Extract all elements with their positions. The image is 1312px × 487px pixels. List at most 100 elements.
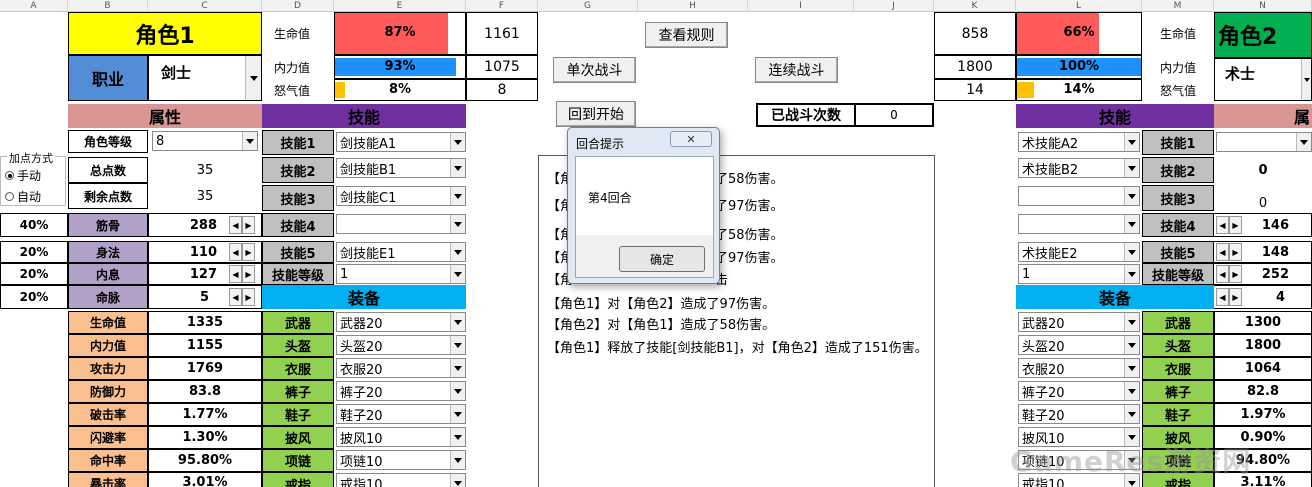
chevron-down-icon[interactable]: [450, 159, 465, 177]
close-icon[interactable]: ✕: [670, 131, 712, 147]
dialog-ok-button[interactable]: 确定: [619, 246, 705, 272]
p2-skill-select[interactable]: [1018, 186, 1140, 206]
chevron-down-icon[interactable]: [1124, 215, 1139, 233]
p1-equip-select[interactable]: 披风10: [336, 427, 466, 447]
p2-skill-level-select[interactable]: 1: [1018, 264, 1140, 284]
p2-equip-select[interactable]: 头盔20: [1018, 335, 1140, 355]
chevron-down-icon[interactable]: [450, 133, 465, 151]
dialog-body: 第4回合 确定: [575, 156, 714, 278]
chevron-down-icon[interactable]: [450, 359, 465, 377]
column-header-c[interactable]: C: [148, 0, 262, 12]
p2-job-select[interactable]: 术士: [1214, 58, 1312, 101]
chevron-down-icon[interactable]: [1301, 59, 1311, 100]
left-arrow-icon[interactable]: ◀: [229, 216, 242, 234]
column-header-h[interactable]: H: [638, 0, 748, 12]
p1-level-select[interactable]: 8: [152, 131, 258, 151]
p1-skill-select[interactable]: 剑技能E1: [336, 242, 466, 262]
chevron-down-icon[interactable]: [1124, 359, 1139, 377]
p1-hp-value: 1161: [466, 12, 538, 55]
p2-attr-value: 252: [1214, 263, 1312, 285]
column-header-g[interactable]: G: [538, 0, 638, 12]
p1-skill-select[interactable]: 剑技能B1: [336, 158, 466, 178]
p1-equip-select[interactable]: 头盔20: [336, 335, 466, 355]
p1-skill-level-value: 1: [340, 266, 349, 282]
p2-equip-select[interactable]: 武器20: [1018, 312, 1140, 332]
left-arrow-icon[interactable]: ◀: [229, 265, 242, 283]
p1-stat-spinner[interactable]: ◀ ▶: [229, 216, 255, 234]
p1-equip-select[interactable]: 裤子20: [336, 381, 466, 401]
chevron-down-icon[interactable]: [245, 56, 261, 100]
chevron-down-icon[interactable]: [450, 474, 465, 487]
right-arrow-icon[interactable]: ▶: [242, 216, 255, 234]
p1-equip-select[interactable]: 武器20: [336, 312, 466, 332]
chevron-down-icon[interactable]: [1296, 133, 1311, 151]
chevron-down-icon[interactable]: [450, 451, 465, 469]
chevron-down-icon[interactable]: [450, 243, 465, 261]
column-header-k[interactable]: K: [934, 0, 1016, 12]
chevron-down-icon[interactable]: [1124, 187, 1139, 205]
left-arrow-icon[interactable]: ◀: [229, 243, 242, 261]
column-header-j[interactable]: J: [854, 0, 934, 12]
chevron-down-icon[interactable]: [1124, 336, 1139, 354]
p2-skill-select[interactable]: 术技能B2: [1018, 158, 1140, 178]
p2-equip-select[interactable]: 裤子20: [1018, 381, 1140, 401]
p1-equip-label: 戒指: [262, 472, 334, 487]
p2-skill-select[interactable]: 术技能A2: [1018, 132, 1140, 152]
right-arrow-icon[interactable]: ▶: [242, 243, 255, 261]
column-header-i[interactable]: I: [748, 0, 854, 12]
p1-equip-select[interactable]: 戒指10: [336, 473, 466, 487]
column-header-l[interactable]: L: [1016, 0, 1142, 12]
right-arrow-icon[interactable]: ▶: [242, 288, 255, 306]
chevron-down-icon[interactable]: [1124, 313, 1139, 331]
continuous-battle-button[interactable]: 连续战斗: [755, 57, 838, 83]
p1-stat-spinner[interactable]: ◀ ▶: [229, 243, 255, 261]
chevron-down-icon[interactable]: [1124, 243, 1139, 261]
column-header-n[interactable]: N: [1214, 0, 1312, 12]
p1-skill-select[interactable]: [336, 214, 466, 234]
p1-stat-label: 暴击率: [68, 472, 148, 487]
p1-skill-level-select[interactable]: 1: [336, 264, 466, 284]
column-header-b[interactable]: B: [68, 0, 148, 12]
p1-stat-spinner[interactable]: ◀ ▶: [229, 288, 255, 306]
mode-auto-radio[interactable]: 自动: [5, 188, 41, 205]
chevron-down-icon[interactable]: [1124, 133, 1139, 151]
p1-skill-select[interactable]: 剑技能A1: [336, 132, 466, 152]
restart-button[interactable]: 回到开始: [556, 101, 636, 127]
p2-attr-header: 属: [1214, 104, 1312, 128]
p2-skill-select[interactable]: [1018, 214, 1140, 234]
column-header-a[interactable]: A: [0, 0, 68, 12]
chevron-down-icon[interactable]: [1124, 382, 1139, 400]
p2-equip-select[interactable]: 鞋子20: [1018, 404, 1140, 424]
column-header-f[interactable]: F: [466, 0, 538, 12]
chevron-down-icon[interactable]: [450, 313, 465, 331]
chevron-down-icon[interactable]: [450, 405, 465, 423]
chevron-down-icon[interactable]: [450, 336, 465, 354]
mode-manual-radio[interactable]: 手动: [5, 167, 41, 184]
column-header-d[interactable]: D: [262, 0, 334, 12]
view-rules-button[interactable]: 查看规则: [645, 22, 728, 48]
chevron-down-icon[interactable]: [450, 187, 465, 205]
chevron-down-icon[interactable]: [450, 428, 465, 446]
p1-equip-select[interactable]: 衣服20: [336, 358, 466, 378]
chevron-down-icon[interactable]: [1124, 159, 1139, 177]
p1-job-select[interactable]: 剑士: [148, 55, 262, 101]
chevron-down-icon[interactable]: [1124, 405, 1139, 423]
right-arrow-icon[interactable]: ▶: [242, 265, 255, 283]
chevron-down-icon[interactable]: [450, 215, 465, 233]
p1-stat-spinner[interactable]: ◀ ▶: [229, 265, 255, 283]
p2-equip-label: 衣服: [1142, 357, 1214, 380]
p1-equip-select[interactable]: 鞋子20: [336, 404, 466, 424]
p2-equip-select[interactable]: 衣服20: [1018, 358, 1140, 378]
p1-skill-select[interactable]: 剑技能C1: [336, 186, 466, 206]
p2-skill-select[interactable]: 术技能E2: [1018, 242, 1140, 262]
left-arrow-icon[interactable]: ◀: [229, 288, 242, 306]
chevron-down-icon[interactable]: [450, 265, 465, 283]
column-header-e[interactable]: E: [334, 0, 466, 12]
single-battle-button[interactable]: 单次战斗: [553, 57, 636, 83]
p2-level-select[interactable]: [1216, 132, 1312, 152]
chevron-down-icon[interactable]: [242, 132, 257, 150]
p1-equip-select[interactable]: 项链10: [336, 450, 466, 470]
column-header-m[interactable]: M: [1142, 0, 1214, 12]
chevron-down-icon[interactable]: [1124, 265, 1139, 283]
chevron-down-icon[interactable]: [450, 382, 465, 400]
